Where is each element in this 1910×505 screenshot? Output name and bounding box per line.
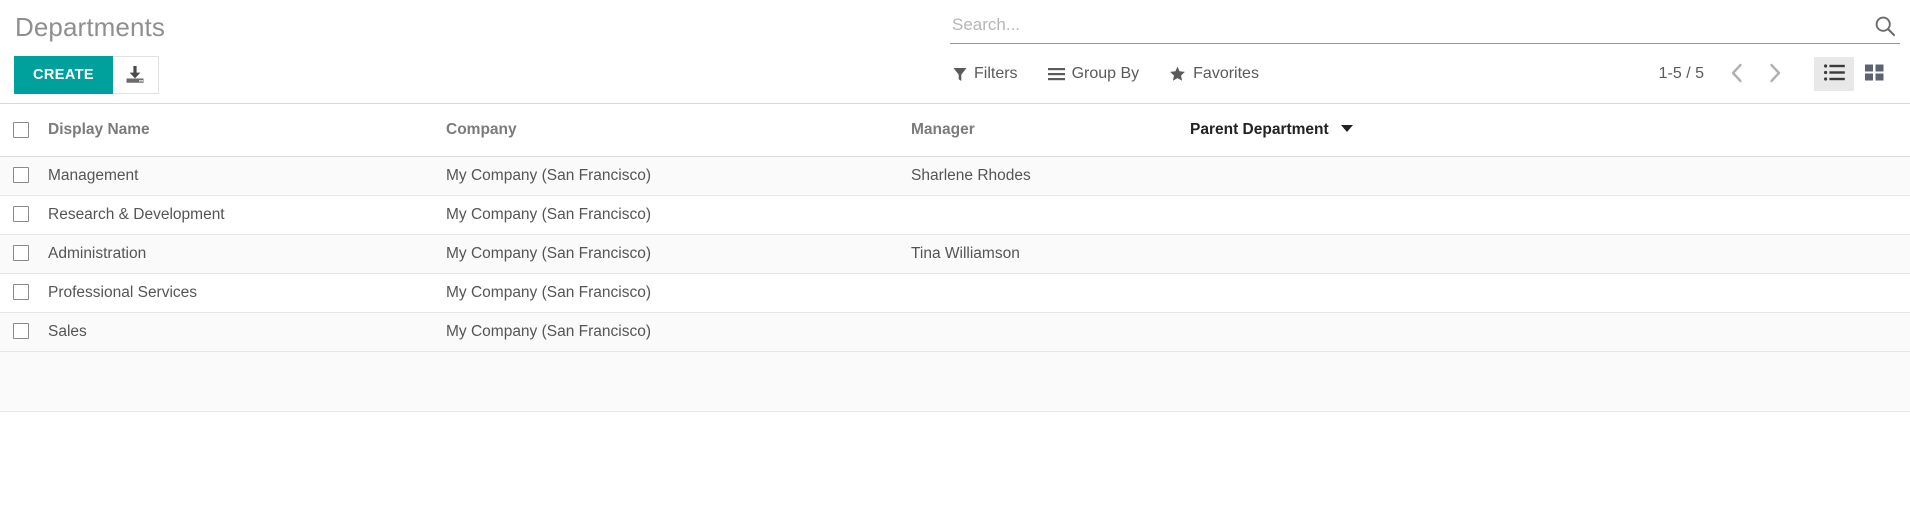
list-view-button[interactable]	[1814, 57, 1854, 91]
column-label-manager: Manager	[911, 120, 975, 138]
table-head: Display Name Company Manager Parent Depa…	[0, 104, 1910, 157]
row-select-cell	[0, 273, 48, 313]
action-button-row: CREATE	[14, 56, 774, 94]
cell-display-name: Professional Services	[48, 273, 446, 313]
row-select-cell	[0, 234, 48, 274]
view-switcher	[1814, 57, 1894, 91]
column-header-display-name[interactable]: Display Name	[48, 104, 446, 157]
cell-parent-department	[1190, 273, 1910, 313]
row-checkbox[interactable]	[13, 167, 29, 184]
row-select-cell	[0, 195, 48, 235]
bars-icon	[1047, 67, 1065, 81]
departments-table: Display Name Company Manager Parent Depa…	[0, 104, 1910, 352]
cell-manager	[911, 273, 1190, 313]
row-checkbox[interactable]	[13, 323, 29, 340]
column-label-parent-department: Parent Department	[1190, 120, 1329, 138]
filter-bar: Filters Group By Favorites 1-5 / 5	[950, 44, 1900, 100]
kanban-view-button[interactable]	[1854, 57, 1894, 91]
pager-previous-button[interactable]	[1720, 58, 1754, 90]
filter-funnel-icon	[953, 67, 967, 82]
filters-label: Filters	[974, 65, 1018, 82]
cell-parent-department	[1190, 156, 1910, 196]
column-header-manager[interactable]: Manager	[911, 104, 1190, 157]
cell-manager: Tina Williamson	[911, 234, 1190, 274]
table-row[interactable]: Management My Company (San Francisco) Shar…	[0, 156, 1910, 196]
cell-manager	[911, 195, 1190, 235]
cell-display-name: Administration	[48, 234, 446, 274]
cell-company: My Company (San Francisco)	[446, 195, 911, 235]
column-label-company: Company	[446, 120, 517, 138]
import-button[interactable]	[112, 56, 159, 94]
cell-display-name: Research & Development	[48, 195, 446, 235]
list-view-icon	[1823, 64, 1845, 84]
chevron-left-icon	[1729, 62, 1745, 87]
cell-manager: Sharlene Rhodes	[911, 156, 1190, 196]
star-icon	[1169, 66, 1186, 82]
row-select-cell	[0, 156, 48, 196]
kanban-grid-icon	[1864, 64, 1884, 84]
filter-menu-group: Filters Group By Favorites	[953, 65, 1259, 83]
filters-menu[interactable]: Filters	[953, 65, 1018, 83]
search-bar[interactable]	[950, 0, 1900, 44]
control-panel-left: Departments CREATE	[14, 0, 774, 94]
table-row[interactable]: Administration My Company (San Francisco)…	[0, 234, 1910, 274]
select-all-header	[0, 104, 48, 157]
chevron-right-icon	[1767, 62, 1783, 87]
column-header-company[interactable]: Company	[446, 104, 911, 157]
cell-display-name: Management	[48, 156, 446, 196]
table-footer	[0, 351, 1910, 412]
table-row[interactable]: Professional Services My Company (San Fra…	[0, 273, 1910, 313]
sort-descending-caret-icon	[1341, 125, 1353, 133]
search-icon[interactable]	[1874, 15, 1896, 37]
page-title: Departments	[15, 12, 165, 42]
pager-next-button[interactable]	[1758, 58, 1792, 90]
table-row[interactable]: Sales My Company (San Francisco)	[0, 312, 1910, 352]
column-label-display-name: Display Name	[48, 120, 150, 138]
cell-parent-department	[1190, 312, 1910, 352]
table-body: Management My Company (San Francisco) Shar…	[0, 156, 1910, 352]
group-by-menu[interactable]: Group By	[1047, 65, 1140, 83]
row-checkbox[interactable]	[13, 284, 29, 301]
group-by-label: Group By	[1071, 65, 1140, 82]
row-checkbox[interactable]	[13, 245, 29, 262]
cell-parent-department	[1190, 234, 1910, 274]
column-header-parent-department[interactable]: Parent Department	[1190, 104, 1910, 157]
cell-company: My Company (San Francisco)	[446, 273, 911, 313]
row-select-cell	[0, 312, 48, 352]
pager-range[interactable]: 1-5 / 5	[1659, 65, 1716, 83]
control-panel-right: Filters Group By	[950, 0, 1900, 100]
row-checkbox[interactable]	[13, 206, 29, 223]
cell-parent-department	[1190, 195, 1910, 235]
create-button[interactable]: CREATE	[14, 56, 113, 94]
favorites-label: Favorites	[1193, 65, 1259, 82]
pager: 1-5 / 5	[1659, 58, 1792, 90]
table-header-row: Display Name Company Manager Parent Depa…	[0, 104, 1910, 157]
control-panel: Departments CREATE Search... Filters Gro…	[0, 0, 1910, 104]
cell-manager	[911, 312, 1190, 352]
cell-company: My Company (San Francisco)	[446, 312, 911, 352]
cell-display-name: Sales	[48, 312, 446, 352]
cell-company: My Company (San Francisco)	[446, 156, 911, 196]
select-all-checkbox[interactable]	[13, 121, 29, 138]
favorites-menu[interactable]: Favorites	[1169, 65, 1259, 83]
list-view: Display Name Company Manager Parent Depa…	[0, 104, 1910, 412]
search-input[interactable]	[950, 14, 1900, 39]
import-download-icon	[124, 65, 146, 85]
table-row[interactable]: Research & Development My Company (San Fr…	[0, 195, 1910, 235]
cell-company: My Company (San Francisco)	[446, 234, 911, 274]
